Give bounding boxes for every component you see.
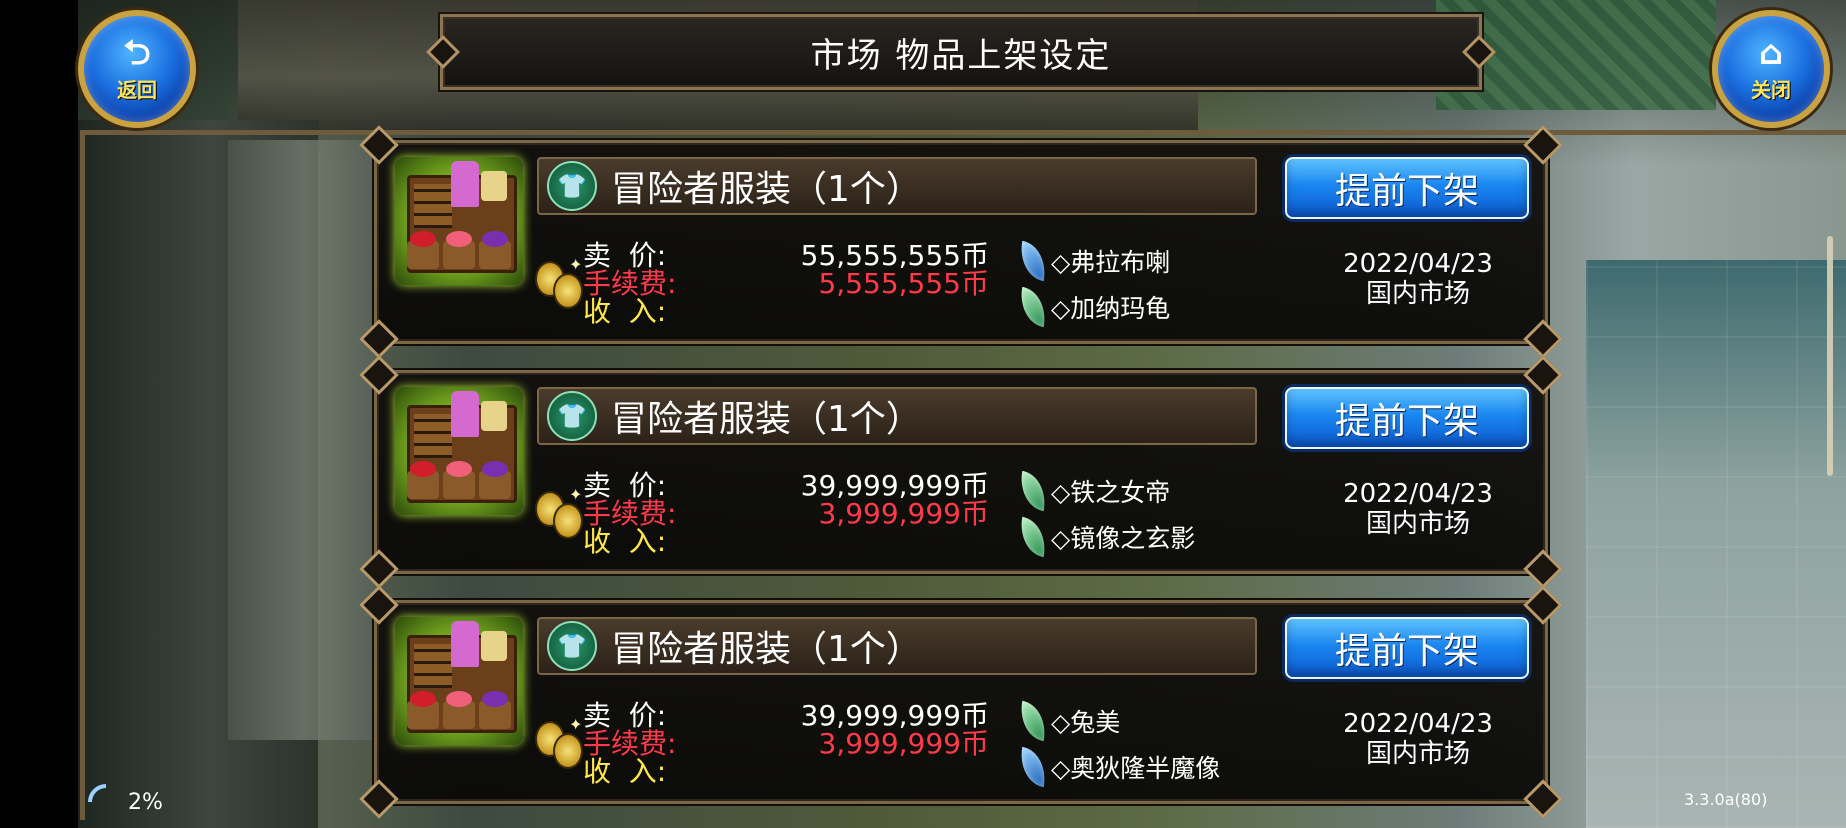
item-name: 冒险者服装（1个）	[611, 399, 922, 440]
stall-baskets	[407, 231, 511, 271]
signal-percent: 2%	[128, 789, 163, 815]
stall-dress	[451, 391, 479, 437]
close-label: 关闭	[1751, 77, 1791, 102]
market-stall-icon[interactable]	[395, 617, 523, 745]
armor-icon: 👕	[547, 391, 597, 441]
seller-entry: ◇兔美	[1016, 700, 1121, 742]
market-stall-icon[interactable]	[395, 157, 523, 285]
stall-shirt	[481, 631, 507, 661]
green-leaf-icon	[1016, 700, 1050, 742]
listing-row: 👕 冒险者服装（1个） 提前下架 ✦ 卖 价: 55,555,555币 手续费:…	[359, 125, 1563, 359]
coins-icon: ✦	[533, 715, 585, 769]
unlist-early-label: 提前下架	[1334, 401, 1479, 442]
stall-shirt	[481, 401, 507, 431]
listing-row: 👕 冒险者服装（1个） 提前下架 ✦ 卖 价: 39,999,999币 手续费:…	[359, 355, 1563, 589]
income-label: 收 入:	[583, 755, 667, 788]
fee-value: 3,999,999币	[818, 727, 989, 760]
fee-value: 3,999,999币	[818, 497, 989, 530]
market-type: 国内市场	[1365, 279, 1470, 309]
income-label: 收 入:	[583, 295, 667, 328]
unlist-early-label: 提前下架	[1334, 631, 1479, 672]
item-name-plate: 👕 冒险者服装（1个）	[537, 387, 1257, 445]
seller-name: ◇奥狄隆半魔像	[1051, 754, 1221, 783]
unlist-early-label: 提前下架	[1334, 171, 1479, 212]
green-leaf-icon	[1016, 286, 1050, 328]
seller-name: ◇兔美	[1051, 708, 1121, 737]
list-scrollbar[interactable]	[1827, 236, 1833, 476]
back-arrow-icon: ⮌	[123, 32, 151, 73]
version-label: 3.3.0a(80)	[1684, 790, 1768, 809]
market-type: 国内市场	[1365, 739, 1470, 769]
seller-entry: ◇奥狄隆半魔像	[1016, 746, 1221, 788]
item-name: 冒险者服装（1个）	[611, 629, 922, 670]
wifi-icon	[80, 776, 132, 828]
green-leaf-icon	[1016, 516, 1050, 558]
stall-dress	[451, 161, 479, 207]
listing-date: 2022/04/23	[1343, 709, 1493, 739]
back-button[interactable]: ⮌ 返回	[78, 10, 196, 128]
income-label: 收 入:	[583, 525, 667, 558]
blue-leaf-icon	[1016, 746, 1050, 788]
seller-entry: ◇加纳玛龟	[1016, 286, 1171, 328]
item-name-plate: 👕 冒险者服装（1个）	[537, 617, 1257, 675]
page-title: 市场 物品上架设定	[810, 35, 1112, 76]
title-bar: 市场 物品上架设定	[440, 14, 1482, 90]
armor-icon: 👕	[547, 621, 597, 671]
stall-baskets	[407, 461, 511, 501]
seller-name: ◇弗拉布喇	[1051, 248, 1171, 277]
network-status: 2%	[80, 776, 163, 828]
fee-value: 5,555,555币	[818, 267, 989, 300]
stall-shirt	[481, 171, 507, 201]
green-leaf-icon	[1016, 470, 1050, 512]
seller-name: ◇铁之女帝	[1051, 478, 1171, 507]
blue-leaf-icon	[1016, 240, 1050, 282]
seller-entry: ◇铁之女帝	[1016, 470, 1171, 512]
stall-baskets	[407, 691, 511, 731]
seller-entry: ◇镜像之玄影	[1016, 516, 1196, 558]
listing-row: 👕 冒险者服装（1个） 提前下架 ✦ 卖 价: 39,999,999币 手续费:…	[359, 585, 1563, 819]
listing-date: 2022/04/23	[1343, 479, 1493, 509]
listing-date: 2022/04/23	[1343, 249, 1493, 279]
coins-icon: ✦	[533, 255, 585, 309]
coins-icon: ✦	[533, 485, 585, 539]
stall-dress	[451, 621, 479, 667]
home-icon: ⌂	[1758, 32, 1784, 73]
item-name-plate: 👕 冒险者服装（1个）	[537, 157, 1257, 215]
unlist-early-button[interactable]: 提前下架	[1285, 157, 1529, 219]
seller-name: ◇镜像之玄影	[1051, 524, 1196, 553]
item-name: 冒险者服装（1个）	[611, 169, 922, 210]
back-label: 返回	[117, 77, 157, 102]
market-type: 国内市场	[1365, 509, 1470, 539]
unlist-early-button[interactable]: 提前下架	[1285, 387, 1529, 449]
seller-entry: ◇弗拉布喇	[1016, 240, 1171, 282]
unlist-early-button[interactable]: 提前下架	[1285, 617, 1529, 679]
armor-icon: 👕	[547, 161, 597, 211]
seller-name: ◇加纳玛龟	[1051, 294, 1171, 323]
close-button[interactable]: ⌂ 关闭	[1712, 10, 1830, 128]
market-stall-icon[interactable]	[395, 387, 523, 515]
